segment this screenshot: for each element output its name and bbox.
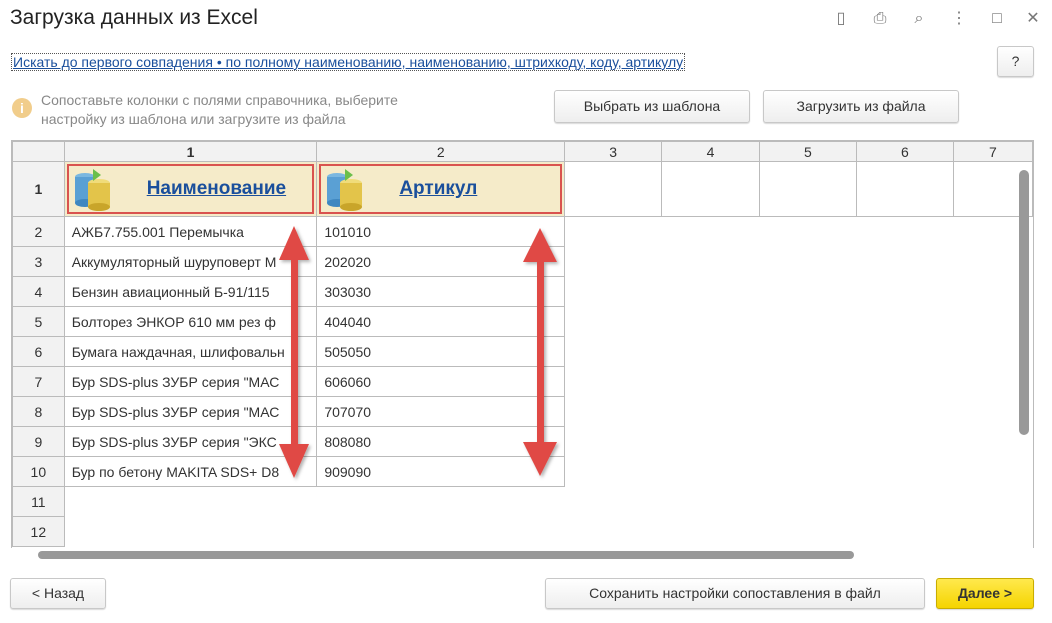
row-number: 9 — [12, 426, 65, 457]
row-number: 8 — [12, 396, 65, 427]
corner-cell — [12, 141, 65, 162]
table-row: 4 Бензин авиационный Б-91/115 303030 — [12, 276, 1033, 307]
sku-cell[interactable]: 505050 — [316, 336, 566, 367]
column-header[interactable]: 3 — [564, 141, 663, 162]
vertical-scrollbar[interactable] — [1019, 170, 1029, 435]
name-cell[interactable]: Бур по бетону MAKITA SDS+ D8 — [63, 456, 318, 487]
sku-cell[interactable]: 707070 — [316, 396, 566, 427]
field-name-link[interactable]: Артикул — [399, 178, 477, 200]
name-cell[interactable]: Бур SDS-plus ЗУБР серия "МАС — [63, 366, 318, 397]
name-cell[interactable]: Бур SDS-plus ЗУБР серия "ЭКС — [63, 426, 318, 457]
field-mapping-box[interactable]: Наименование — [66, 164, 315, 214]
field-header-cell[interactable]: Наименование — [63, 161, 318, 217]
close-icon[interactable]: ✕ — [1022, 8, 1044, 30]
name-cell[interactable]: Бур SDS-plus ЗУБР серия "МАС — [63, 396, 318, 427]
column-header[interactable]: 1 — [63, 141, 318, 162]
row-number: 4 — [12, 276, 65, 307]
more-icon[interactable]: ⋮ — [948, 8, 970, 30]
name-cell[interactable]: АЖБ7.755.001 Перемычка — [63, 216, 318, 247]
column-header[interactable]: 7 — [952, 141, 1033, 162]
column-header[interactable]: 6 — [855, 141, 954, 162]
row-number: 3 — [12, 246, 65, 277]
sku-cell[interactable]: 909090 — [316, 456, 566, 487]
table-row: 12 — [12, 516, 1033, 547]
table-row: 2 АЖБ7.755.001 Перемычка 101010 — [12, 216, 1033, 247]
window-title: Загрузка данных из Excel — [10, 6, 258, 29]
load-file-button[interactable]: Загрузить из файла — [763, 90, 959, 123]
table-row: 9 Бур SDS-plus ЗУБР серия "ЭКС 808080 — [12, 426, 1033, 457]
maximize-icon[interactable]: □ — [986, 8, 1008, 30]
hint-line: настройку из шаблона или загрузите из фа… — [41, 111, 346, 127]
empty-cell[interactable] — [564, 161, 663, 217]
sku-cell[interactable]: 202020 — [316, 246, 566, 277]
sku-cell[interactable]: 303030 — [316, 276, 566, 307]
table-row: 3 Аккумуляторный шуруповерт M 202020 — [12, 246, 1033, 277]
field-name-link[interactable]: Наименование — [147, 178, 286, 200]
row-number: 12 — [12, 516, 65, 547]
save-settings-button[interactable]: Сохранить настройки сопоставления в файл — [545, 578, 925, 609]
table-row: 7 Бур SDS-plus ЗУБР серия "МАС 606060 — [12, 366, 1033, 397]
preview-icon[interactable]: ⌕ — [908, 8, 930, 30]
row-number: 1 — [12, 161, 65, 217]
name-cell[interactable]: Бензин авиационный Б-91/115 — [63, 276, 318, 307]
help-button[interactable]: ? — [997, 46, 1034, 77]
table-row: 5 Болторез ЭНКОР 610 мм рез ф 404040 — [12, 306, 1033, 337]
spreadsheet-grid[interactable]: 1234567 1 Наименование Артикул 2 АЖБ7.755.… — [11, 140, 1034, 548]
name-cell[interactable]: Бумага наждачная, шлифовальн — [63, 336, 318, 367]
hint-text: Сопоставьте колонки с полями справочника… — [41, 91, 398, 129]
empty-cell[interactable] — [758, 161, 857, 217]
print-icon[interactable]: ⎙ — [869, 8, 891, 30]
column-header[interactable]: 5 — [758, 141, 857, 162]
row-number: 5 — [12, 306, 65, 337]
search-mode-link[interactable]: Искать до первого совпадения • по полном… — [11, 53, 686, 71]
row-number: 6 — [12, 336, 65, 367]
database-icon — [74, 169, 110, 211]
empty-cell[interactable] — [661, 161, 760, 217]
column-header[interactable]: 2 — [316, 141, 566, 162]
database-icon — [327, 169, 363, 211]
horizontal-scrollbar[interactable] — [38, 551, 854, 559]
name-cell[interactable]: Болторез ЭНКОР 610 мм рез ф — [63, 306, 318, 337]
info-icon: i — [12, 98, 32, 118]
field-mapping-box[interactable]: Артикул — [319, 164, 563, 214]
empty-cell[interactable] — [855, 161, 954, 217]
table-row: 10 Бур по бетону MAKITA SDS+ D8 909090 — [12, 456, 1033, 487]
field-header-cell[interactable]: Артикул — [316, 161, 566, 217]
row-number: 2 — [12, 216, 65, 247]
column-header[interactable]: 4 — [661, 141, 760, 162]
name-cell[interactable]: Аккумуляторный шуруповерт M — [63, 246, 318, 277]
row-number: 7 — [12, 366, 65, 397]
sku-cell[interactable]: 101010 — [316, 216, 566, 247]
save-icon[interactable]: ▯ — [830, 8, 852, 30]
sku-cell[interactable]: 404040 — [316, 306, 566, 337]
table-row: 6 Бумага наждачная, шлифовальн 505050 — [12, 336, 1033, 367]
select-template-button[interactable]: Выбрать из шаблона — [554, 90, 750, 123]
sku-cell[interactable]: 808080 — [316, 426, 566, 457]
row-number: 11 — [12, 486, 65, 517]
sku-cell[interactable]: 606060 — [316, 366, 566, 397]
back-button[interactable]: < Назад — [10, 578, 106, 609]
row-number: 10 — [12, 456, 65, 487]
next-button[interactable]: Далее > — [936, 578, 1034, 609]
table-row: 8 Бур SDS-plus ЗУБР серия "МАС 707070 — [12, 396, 1033, 427]
hint-line: Сопоставьте колонки с полями справочника… — [41, 92, 398, 108]
table-row: 11 — [12, 486, 1033, 517]
